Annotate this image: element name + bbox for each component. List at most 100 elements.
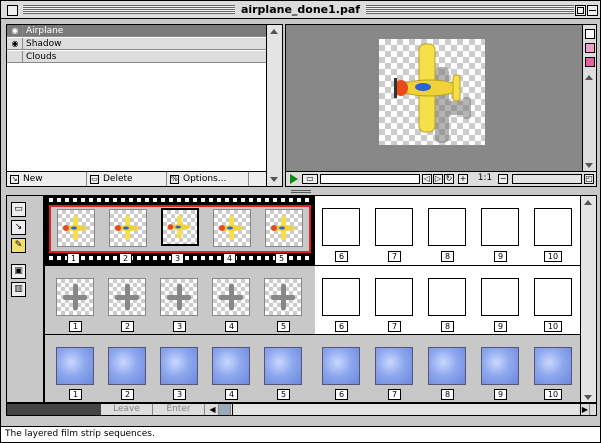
clouds-frame[interactable] [534, 347, 572, 385]
frame-number: 9 [494, 251, 507, 262]
layer-row-shadow[interactable]: ◉ Shadow [7, 38, 266, 50]
frame-thumb[interactable] [213, 209, 251, 247]
status-text: The layered film strip sequences. [5, 429, 155, 439]
empty-frame[interactable] [481, 208, 519, 246]
eye-icon[interactable]: ◉ [9, 39, 21, 48]
frame-number: 1 [69, 389, 82, 400]
layers-button-bar: ↘ New ▭ Delete % Options... [7, 171, 266, 186]
empty-frame[interactable] [375, 278, 413, 316]
close-box[interactable] [7, 5, 18, 16]
scroll-up-icon[interactable] [585, 75, 593, 80]
prev-frame-icon[interactable]: ◁ [422, 174, 432, 184]
shadow-icon [167, 284, 191, 310]
frame-number: 2 [121, 389, 134, 400]
arrow-tool-icon[interactable]: ↘ [11, 220, 26, 235]
layer-label: Clouds [26, 52, 57, 62]
selected-sequence[interactable] [49, 205, 311, 253]
scroll-down-icon[interactable] [584, 395, 592, 400]
frame-thumb[interactable] [57, 209, 95, 247]
zoom-in-icon[interactable]: + [458, 174, 468, 184]
frame-number: 3 [171, 253, 184, 264]
empty-frame[interactable] [534, 208, 572, 246]
shadow-frame[interactable] [160, 278, 198, 316]
scroll-right-icon[interactable]: ▶ [580, 404, 590, 415]
clouds-frame[interactable] [375, 347, 413, 385]
timeline-hscroll[interactable] [232, 404, 578, 415]
scroll-up-icon[interactable] [584, 200, 592, 205]
clouds-frame[interactable] [108, 347, 146, 385]
empty-frame[interactable] [322, 208, 360, 246]
eye-icon[interactable]: ◉ [9, 26, 21, 35]
airplane-icon [394, 43, 471, 143]
frame-slider[interactable] [320, 174, 420, 184]
paint-tool-icon[interactable]: ✎ [11, 238, 26, 253]
shadow-frame[interactable] [264, 278, 302, 316]
playback-controls: ▭ ◁ ▷ ↻ + 1:1 − ◰ [286, 171, 596, 186]
empty-frame[interactable] [428, 208, 466, 246]
scroll-left-icon[interactable]: ◀ [207, 404, 219, 415]
next-frame-icon[interactable]: ▷ [433, 174, 443, 184]
scroll-up-icon[interactable] [270, 29, 278, 34]
sequence-tool-icon[interactable]: ▣ [11, 264, 26, 279]
loop-mode-icon[interactable]: ▭ [302, 174, 318, 184]
bg-white-icon[interactable] [585, 29, 595, 39]
timeline-scrollbar[interactable] [580, 196, 596, 402]
zoom-box[interactable] [575, 5, 586, 16]
scroll-thumb[interactable] [219, 404, 231, 415]
tool-column: ▭ ↘ ✎ ▣ ▥ [6, 195, 44, 403]
layer-row-clouds[interactable]: Clouds [7, 51, 266, 63]
empty-frame[interactable] [534, 278, 572, 316]
frame-number: 10 [544, 389, 562, 400]
clouds-frame[interactable] [56, 347, 94, 385]
onion-skin-icon[interactable]: ↻ [444, 174, 454, 184]
preview-hscroll[interactable] [512, 174, 582, 184]
track-clouds: 1 2 3 4 5 6 7 8 9 10 [45, 334, 580, 402]
scroll-down-icon[interactable] [585, 163, 593, 168]
frame-thumb-selected[interactable] [161, 208, 199, 246]
frame-number: 5 [277, 321, 290, 332]
options-icon: % [170, 174, 179, 184]
title-bar[interactable]: airplane_done1.paf [1, 1, 600, 19]
layers-scrollbar[interactable] [266, 25, 282, 186]
bg-color-icon[interactable] [585, 57, 595, 67]
shadow-frame[interactable] [56, 278, 94, 316]
shadow-frame[interactable] [212, 278, 250, 316]
clouds-frame[interactable] [212, 347, 250, 385]
empty-frame[interactable] [428, 278, 466, 316]
eye-off-icon[interactable] [9, 52, 21, 61]
play-icon[interactable] [289, 174, 299, 184]
airplane-icon [271, 216, 295, 240]
shadow-frame[interactable] [108, 278, 146, 316]
frame-number: 3 [173, 321, 186, 332]
enter-button[interactable]: Enter [153, 404, 205, 415]
clouds-frame[interactable] [481, 347, 519, 385]
trash-icon[interactable]: ▥ [11, 282, 26, 297]
frame-thumb[interactable] [265, 209, 303, 247]
frame-thumb[interactable] [109, 209, 147, 247]
airplane-icon [115, 216, 139, 240]
empty-frame[interactable] [481, 278, 519, 316]
leave-button[interactable]: Leave [101, 404, 153, 415]
empty-frame[interactable] [322, 278, 360, 316]
frame-number: 4 [225, 321, 238, 332]
zoom-out-icon[interactable]: − [498, 174, 508, 184]
options-button[interactable]: % Options... [167, 172, 249, 186]
clouds-frame[interactable] [264, 347, 302, 385]
clouds-frame[interactable] [322, 347, 360, 385]
frame-number: 8 [441, 389, 454, 400]
clouds-frame[interactable] [160, 347, 198, 385]
delete-layer-button[interactable]: ▭ Delete [87, 172, 167, 186]
frame-number: 9 [494, 389, 507, 400]
collapse-box[interactable] [587, 5, 598, 16]
frame-number: 6 [335, 389, 348, 400]
pane-splitter[interactable] [291, 190, 311, 193]
scroll-down-icon[interactable] [270, 177, 278, 182]
resize-icon[interactable]: ◰ [584, 174, 594, 184]
preview-canvas[interactable] [379, 39, 485, 145]
frame-tool-icon[interactable]: ▭ [11, 202, 26, 217]
new-layer-button[interactable]: ↘ New [7, 172, 87, 186]
empty-frame[interactable] [375, 208, 413, 246]
layer-row-airplane[interactable]: ◉ Airplane [7, 25, 266, 37]
bg-pattern-icon[interactable] [585, 43, 595, 53]
clouds-frame[interactable] [428, 347, 466, 385]
